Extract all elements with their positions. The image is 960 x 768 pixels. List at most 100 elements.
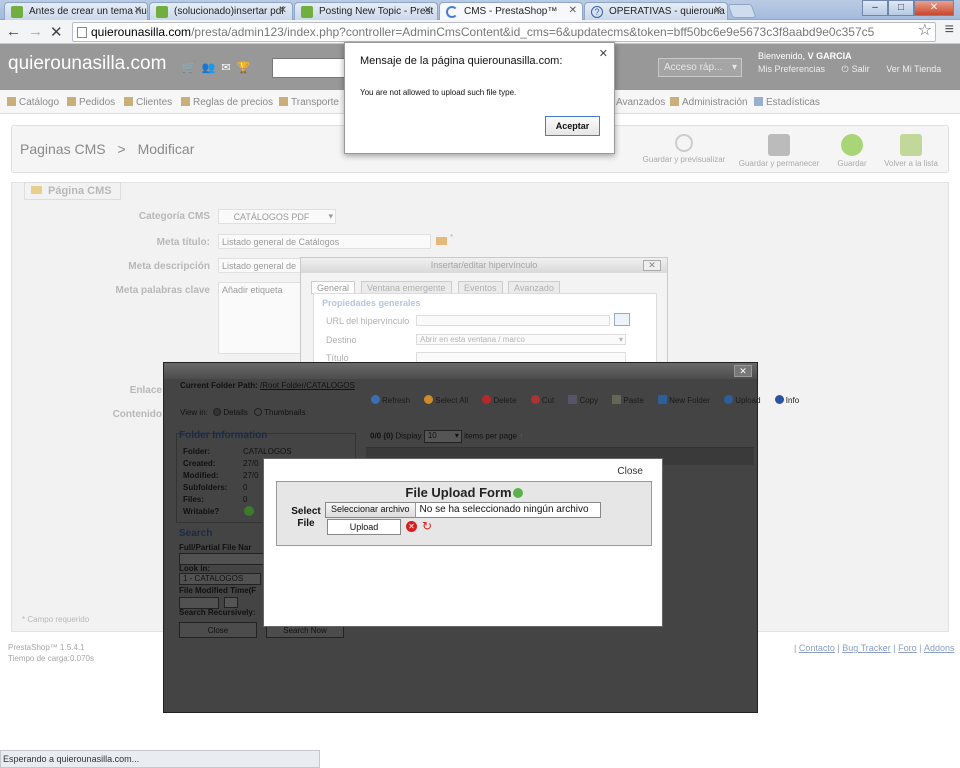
footer-link-contact[interactable]: Contacto: [799, 643, 835, 653]
flag-icon[interactable]: [436, 237, 447, 245]
browser-tab-3[interactable]: Posting New Topic - Prest ✕: [294, 2, 438, 20]
menu-item-stats[interactable]: Estadísticas: [754, 97, 820, 108]
tab-close-icon[interactable]: ✕: [134, 5, 142, 16]
info-button[interactable]: Info: [774, 395, 805, 405]
menu-item-customers[interactable]: Clientes: [124, 97, 172, 108]
users-icon[interactable]: 👥: [202, 62, 222, 74]
trophy-icon[interactable]: 🏆: [237, 62, 257, 74]
stop-icon[interactable]: ✕: [50, 23, 63, 41]
forward-arrow-icon[interactable]: →: [28, 23, 43, 40]
browser-tab-4-active[interactable]: CMS - PrestaShop™ ✕: [439, 2, 583, 20]
folder-info-title: Folder Information: [179, 430, 268, 441]
view-thumbnails-label: Thumbnails: [264, 408, 306, 417]
footer-link-bugtracker[interactable]: Bug Tracker: [842, 643, 891, 653]
menu-item-catalog[interactable]: Catálogo: [7, 97, 59, 108]
items-per-page-label: items per page: [464, 431, 517, 441]
path-folder-link[interactable]: CATALOGOS: [306, 381, 355, 390]
target-select[interactable]: Abrir en esta ventana / marco ▾: [416, 334, 626, 345]
save-button[interactable]: Guardar: [832, 134, 872, 168]
delete-button[interactable]: Delete: [482, 395, 522, 405]
tab-close-icon[interactable]: ✕: [279, 5, 287, 16]
close-icon[interactable]: ✕: [643, 260, 661, 271]
up-arrow-icon[interactable]: ↑: [519, 432, 523, 441]
cancel-icon[interactable]: ✕: [406, 521, 417, 532]
view-shop-link[interactable]: Ver Mi Tienda: [886, 64, 941, 74]
menu-item-administration[interactable]: Administración: [670, 97, 748, 108]
general-properties-legend: Propiedades generales: [322, 298, 421, 308]
browser-tab-1[interactable]: Antes de crear un tema nu ✕: [4, 2, 148, 20]
tab-close-icon[interactable]: ✕: [424, 5, 432, 16]
breadcrumb-cms-pages[interactable]: Paginas CMS: [20, 141, 106, 157]
menu-item-orders[interactable]: Pedidos: [67, 97, 115, 108]
footer-link-addons[interactable]: Addons: [924, 643, 955, 653]
header-search-input[interactable]: [272, 58, 352, 78]
accept-button[interactable]: Aceptar: [545, 116, 600, 136]
messages-icon[interactable]: ✉: [221, 62, 236, 74]
menu-item-shipping[interactable]: Transporte: [279, 97, 339, 108]
paste-button[interactable]: Paste: [612, 395, 649, 405]
close-icon[interactable]: ✕: [734, 365, 752, 377]
browser-tab-2[interactable]: (solucionado)insertar pdf ✕: [149, 2, 293, 20]
maximize-icon[interactable]: □: [888, 0, 914, 16]
calendar-icon[interactable]: [224, 597, 238, 608]
back-arrow-icon[interactable]: ←: [6, 23, 21, 40]
tab-close-icon[interactable]: ✕: [569, 5, 577, 16]
close-button[interactable]: Close: [179, 622, 257, 638]
cut-button[interactable]: Cut: [530, 395, 560, 405]
select-all-button[interactable]: Select All: [424, 395, 474, 405]
new-folder-button[interactable]: New Folder: [658, 395, 716, 405]
tab-close-icon[interactable]: ✕: [714, 5, 722, 16]
hyperlink-dialog-title: Insertar/editar hipervínculo: [301, 258, 667, 273]
logout-link[interactable]: Salir: [852, 64, 870, 74]
items-per-page-select[interactable]: 10 ▾: [423, 430, 462, 443]
paste-label: Paste: [623, 396, 644, 405]
minimize-icon[interactable]: –: [862, 0, 888, 16]
save-stay-button[interactable]: Guardar y permanecer: [736, 134, 822, 168]
choose-file-button[interactable]: Seleccionar archivo: [326, 503, 416, 517]
refresh-button[interactable]: Refresh: [371, 395, 416, 405]
menu-item-price-rules[interactable]: Reglas de precios: [181, 97, 273, 108]
radio-thumbnails[interactable]: [254, 408, 263, 416]
copy-button[interactable]: Copy: [568, 395, 604, 405]
breadcrumb-edit: Modificar: [137, 141, 195, 157]
file-input[interactable]: Seleccionar archivo No se ha seleccionado…: [325, 502, 601, 518]
target-label: Destino: [326, 335, 357, 345]
meta-description-input[interactable]: Listado general de: [218, 258, 302, 273]
required-star: *: [450, 233, 454, 242]
close-icon[interactable]: ✕: [599, 47, 608, 60]
path-root-link[interactable]: /Root Folder/: [260, 381, 306, 390]
cut-label: Cut: [541, 396, 555, 405]
add-icon[interactable]: [512, 488, 523, 498]
refresh-icon[interactable]: ↻: [422, 520, 432, 532]
back-to-list-button[interactable]: Volver a la lista: [880, 134, 942, 168]
browser-tab-5[interactable]: ? OPERATIVAS - quierouna ✕: [584, 2, 728, 20]
category-select[interactable]: CATÁLOGOS PDF ▾: [218, 209, 336, 224]
shop-logo[interactable]: quierounasilla.com: [8, 53, 166, 75]
upload-submit-button[interactable]: Upload: [327, 519, 401, 535]
category-value: CATÁLOGOS PDF: [233, 212, 310, 222]
browse-icon[interactable]: [614, 313, 630, 326]
meta-title-value: Listado general de Catálogos: [222, 237, 340, 247]
footer-link-forum[interactable]: Foro: [898, 643, 917, 653]
prestashop-favicon-icon: [156, 6, 168, 18]
url-input[interactable]: [416, 315, 610, 326]
upload-button[interactable]: Upload: [724, 395, 766, 405]
address-bar[interactable]: quierounasilla.com/presta/admin123/index…: [72, 22, 936, 42]
save-preview-button[interactable]: Guardar y previsualizar: [639, 134, 729, 164]
browser-menu-icon[interactable]: ≡: [945, 21, 954, 39]
look-in-select[interactable]: 1 - CATALOGOS: [179, 573, 261, 585]
upload-close-link[interactable]: Close: [617, 466, 643, 477]
bookmark-star-icon[interactable]: ☆: [918, 20, 932, 40]
quick-access-select[interactable]: Acceso ráp... ▾: [658, 58, 742, 77]
upload-form-title: File Upload Form: [277, 485, 651, 500]
window-close-icon[interactable]: ✕: [914, 0, 954, 16]
radio-details[interactable]: [213, 408, 222, 416]
cart-icon[interactable]: 🛒: [182, 62, 202, 74]
tags-input[interactable]: Añadir etiqueta: [218, 282, 302, 354]
menu-item-advanced[interactable]: Avanzados: [616, 97, 665, 108]
key-icon: [670, 97, 679, 106]
preferences-link[interactable]: Mis Preferencias: [758, 64, 825, 74]
tab-title: Antes de crear un tema nu: [29, 6, 147, 17]
new-tab-button[interactable]: [727, 4, 757, 18]
meta-title-input[interactable]: Listado general de Catálogos: [218, 234, 431, 249]
